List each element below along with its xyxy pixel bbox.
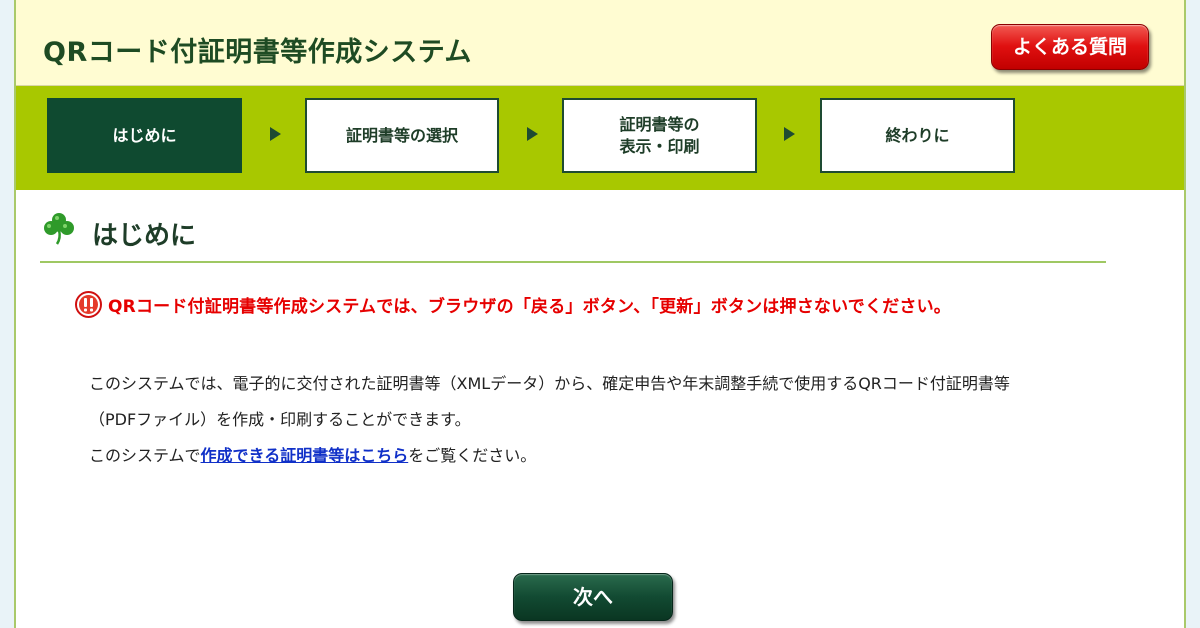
step-arrow-icon bbox=[784, 127, 795, 141]
step-progress-bar: はじめに 証明書等の選択 証明書等の 表示・印刷 終わりに bbox=[16, 86, 1184, 190]
faq-button[interactable]: よくある質問 bbox=[991, 24, 1149, 70]
description-line: （PDFファイル）を作成・印刷することができます。 bbox=[89, 410, 471, 429]
step-arrow-icon bbox=[270, 127, 281, 141]
app-header: QRコード付証明書等作成システム よくある質問 bbox=[16, 0, 1184, 86]
description-line: このシステムで作成できる証明書等はこちらをご覧ください。 bbox=[89, 438, 1010, 474]
page-frame: QRコード付証明書等作成システム よくある質問 はじめに 証明書等の選択 証明書… bbox=[14, 0, 1186, 628]
description-text: このシステムでは、電子的に交付された証明書等（XMLデータ）から、確定申告や年末… bbox=[89, 366, 1010, 474]
app-title: QRコード付証明書等作成システム bbox=[43, 37, 472, 68]
description-suffix: をご覧ください。 bbox=[408, 446, 537, 465]
step-label: 終わりに bbox=[885, 125, 950, 145]
step-label-line2: 表示・印刷 bbox=[619, 136, 700, 156]
warning-icon bbox=[75, 291, 102, 318]
step-label: はじめに bbox=[112, 125, 177, 145]
step-select-certificate: 証明書等の選択 bbox=[305, 98, 499, 173]
clover-icon bbox=[44, 213, 74, 245]
warning-text: QRコード付証明書等作成システムでは、ブラウザの「戻る」ボタン、「更新」ボタンは… bbox=[108, 297, 951, 317]
available-certificates-link[interactable]: 作成できる証明書等はこちら bbox=[201, 446, 409, 465]
warning-message: QRコード付証明書等作成システムでは、ブラウザの「戻る」ボタン、「更新」ボタンは… bbox=[75, 291, 951, 318]
step-introduction: はじめに bbox=[47, 98, 242, 173]
step-label: 証明書等の 表示・印刷 bbox=[619, 114, 699, 157]
step-finish: 終わりに bbox=[820, 98, 1015, 173]
step-display-print: 証明書等の 表示・印刷 bbox=[562, 98, 757, 173]
section-title: はじめに bbox=[92, 221, 197, 251]
step-label: 証明書等の選択 bbox=[345, 125, 458, 145]
next-button[interactable]: 次へ bbox=[513, 573, 673, 621]
step-arrow-icon bbox=[527, 127, 538, 141]
description-prefix: このシステムで bbox=[89, 446, 201, 465]
description-line: このシステムでは、電子的に交付された証明書等（XMLデータ）から、確定申告や年末… bbox=[89, 374, 1010, 393]
section-heading: はじめに bbox=[40, 207, 1106, 263]
step-label-line1: 証明書等の bbox=[619, 114, 700, 134]
